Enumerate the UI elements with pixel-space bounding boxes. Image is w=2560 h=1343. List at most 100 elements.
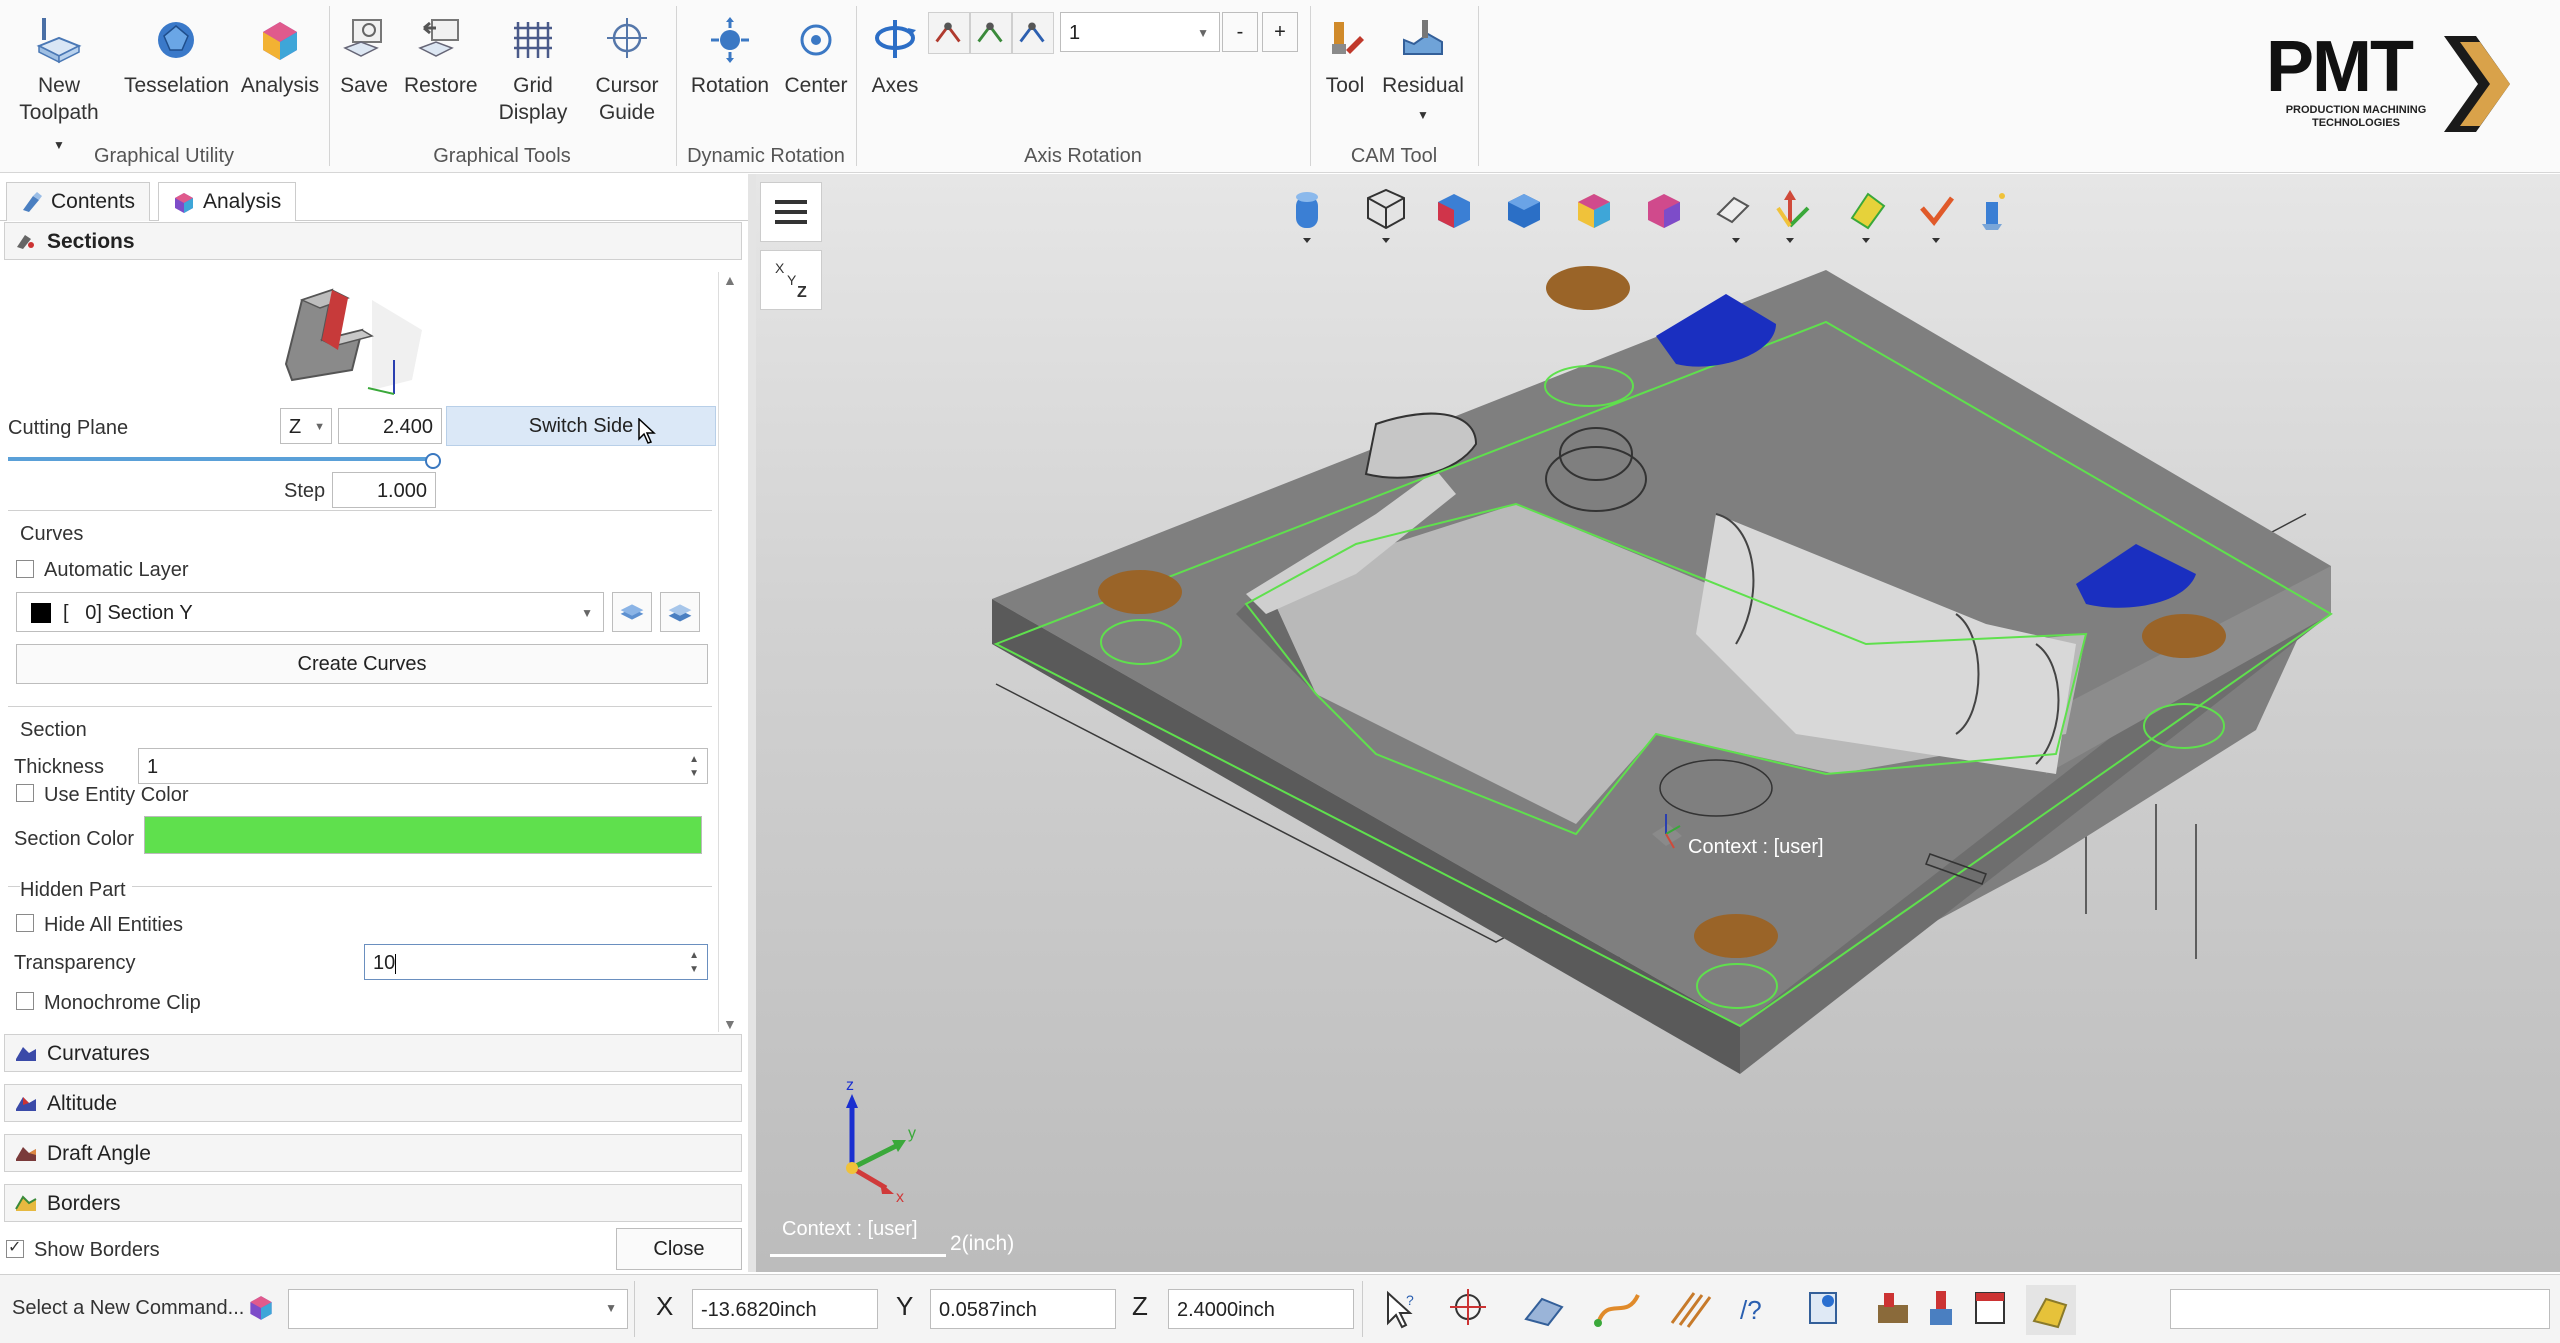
- new-toolpath-button[interactable]: New Toolpath ▼: [14, 14, 104, 159]
- command-prompt: Select a New Command...: [12, 1297, 245, 1319]
- save-button[interactable]: Save: [336, 14, 392, 99]
- axis-triad: z y x: [846, 1077, 916, 1204]
- tesselation-button[interactable]: Tesselation: [124, 14, 230, 99]
- slash-query-icon: /?: [1740, 1295, 1762, 1325]
- step-input[interactable]: 1.000: [332, 472, 436, 508]
- y-coordinate-field[interactable]: 0.0587inch: [930, 1289, 1116, 1329]
- status-bar: Select a New Command... ▼ X -13.6820inch…: [0, 1274, 2560, 1343]
- scroll-up-icon[interactable]: ▲: [723, 272, 737, 288]
- restore-view-icon: [418, 19, 459, 57]
- sections-header-label: Sections: [47, 230, 135, 253]
- grid-display-button[interactable]: Grid Display: [492, 14, 574, 126]
- tool-label: Tool: [1325, 74, 1365, 97]
- tab-contents[interactable]: Contents: [6, 182, 151, 221]
- scale-bar: [770, 1254, 946, 1257]
- x-coordinate-label: X: [656, 1291, 674, 1321]
- rotate-x-button[interactable]: [928, 12, 970, 54]
- panel-scrollbar[interactable]: ▲ ▼: [718, 272, 741, 1032]
- altitude-header[interactable]: Altitude: [4, 1084, 742, 1122]
- triad-x-label: x: [896, 1189, 904, 1204]
- sections-header[interactable]: Sections: [4, 222, 742, 260]
- layer-add-button[interactable]: [612, 592, 652, 632]
- tool-button[interactable]: Tool: [1318, 14, 1372, 99]
- layer-stack-icon: [620, 604, 644, 620]
- rotate-x-icon: [935, 22, 961, 43]
- cutting-plane-input[interactable]: 2.400: [338, 408, 442, 444]
- axes-label: Axes: [871, 74, 919, 97]
- triad-y-label: y: [908, 1125, 916, 1142]
- cursor-guide-button[interactable]: Cursor Guide: [586, 14, 668, 126]
- automatic-layer-checkbox[interactable]: [16, 560, 34, 578]
- axes-button[interactable]: Axes: [866, 14, 924, 99]
- cutting-plane-slider[interactable]: [8, 457, 434, 461]
- slider-handle[interactable]: [425, 453, 441, 469]
- layer-manage-button[interactable]: [660, 592, 700, 632]
- command-select[interactable]: ▼: [288, 1289, 628, 1329]
- status-toolbar: ? /?: [1387, 1285, 2076, 1335]
- use-entity-color-checkbox[interactable]: [16, 784, 34, 802]
- cutting-axis-select[interactable]: Z ▼: [280, 408, 332, 444]
- tab-analysis[interactable]: Analysis: [158, 182, 297, 221]
- new-toolpath-label: New Toolpath: [19, 74, 99, 124]
- dropdown-arrow-icon: ▼: [1417, 108, 1429, 122]
- layers-icon: [668, 604, 692, 622]
- close-button[interactable]: Close: [616, 1228, 742, 1270]
- center-button[interactable]: Center: [784, 14, 848, 99]
- 3d-viewport[interactable]: XYZ Context: [user] z y x Context: [us…: [756, 174, 2560, 1272]
- logo-text: PMT: [2266, 27, 2414, 107]
- residual-icon: [1403, 20, 1443, 55]
- rotate-y-button[interactable]: [970, 12, 1012, 54]
- analysis-tab-icon: [175, 193, 193, 213]
- logo-subtitle-line2: TECHNOLOGIES: [2311, 117, 2400, 129]
- separator: [1362, 1281, 1363, 1337]
- spinner-arrows-icon: ▲ ▼: [689, 754, 699, 779]
- x-coordinate-field[interactable]: -13.6820inch: [692, 1289, 878, 1329]
- tool-holder-icon: [1930, 1291, 1952, 1325]
- group-separator: [329, 6, 330, 166]
- draft-angle-header[interactable]: Draft Angle: [4, 1134, 742, 1172]
- thickness-value: 1: [147, 756, 159, 778]
- restore-button[interactable]: Restore: [404, 14, 478, 99]
- rotation-icon: [711, 17, 749, 63]
- rotation-button[interactable]: Rotation: [686, 14, 774, 99]
- z-coordinate-label: Z: [1132, 1291, 1148, 1321]
- rotate-z-button[interactable]: [1012, 12, 1054, 54]
- show-borders-label: Show Borders: [34, 1239, 160, 1261]
- curvatures-header[interactable]: Curvatures: [4, 1034, 742, 1072]
- switch-side-button[interactable]: Switch Side: [446, 406, 716, 446]
- spinner-arrows-icon: ▲ ▼: [689, 950, 699, 975]
- mouse-cursor-icon: [638, 418, 656, 444]
- transparency-label: Transparency: [14, 952, 136, 974]
- residual-button[interactable]: Residual ▼: [1380, 14, 1466, 129]
- message-field[interactable]: [2170, 1289, 2550, 1329]
- group-separator: [856, 6, 857, 166]
- logo-subtitle: PRODUCTION MACHINING TECHNOLOGIES: [2268, 104, 2444, 130]
- analysis-button[interactable]: Analysis: [238, 14, 322, 99]
- create-curves-button[interactable]: Create Curves: [16, 644, 708, 684]
- analysis-panel: Contents Analysis Sections ▲ ▼ Cutting P…: [0, 174, 748, 1272]
- layer-color-swatch: [31, 603, 51, 623]
- hidden-part-group-title: Hidden Part: [20, 879, 132, 902]
- tesselation-icon: [158, 22, 194, 58]
- curves-group-title: Curves: [20, 523, 90, 546]
- svg-text:?: ?: [1406, 1292, 1414, 1308]
- curves-group: [8, 510, 712, 511]
- decrement-button[interactable]: -: [1222, 12, 1258, 52]
- draft-angle-label: Draft Angle: [47, 1142, 151, 1165]
- layer-select[interactable]: [ 0] Section Y ▼: [16, 592, 604, 632]
- group-separator: [1310, 6, 1311, 166]
- tesselation-label: Tesselation: [124, 74, 230, 97]
- section-color-swatch[interactable]: [144, 816, 702, 854]
- borders-header[interactable]: Borders: [4, 1184, 742, 1222]
- scroll-down-icon[interactable]: ▼: [723, 1016, 737, 1032]
- transparency-spinner[interactable]: 10 ▲ ▼: [364, 944, 708, 980]
- increment-button[interactable]: +: [1262, 12, 1298, 52]
- panel-splitter[interactable]: [748, 174, 756, 1272]
- show-borders-checkbox[interactable]: ✓: [6, 1239, 24, 1258]
- hide-all-entities-checkbox[interactable]: [16, 914, 34, 932]
- axis-rotation-angle-select[interactable]: 1 ▼: [1060, 12, 1220, 52]
- monochrome-clip-checkbox[interactable]: [16, 992, 34, 1010]
- y-coordinate-label: Y: [896, 1291, 914, 1321]
- z-coordinate-field[interactable]: 2.4000inch: [1168, 1289, 1354, 1329]
- thickness-spinner[interactable]: 1 ▲ ▼: [138, 748, 708, 784]
